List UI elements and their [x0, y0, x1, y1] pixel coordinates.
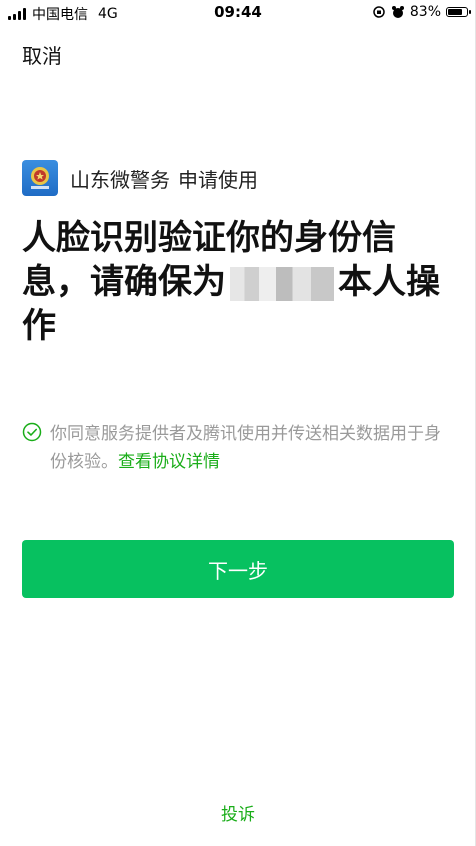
- view-agreement-link[interactable]: 查看协议详情: [118, 452, 220, 472]
- page-title: 人脸识别验证你的身份信息，请确保为 本人操作: [22, 216, 452, 348]
- status-right: 83%: [372, 4, 471, 20]
- battery-fill: [448, 9, 463, 15]
- agreement-row: 你同意服务提供者及腾讯使用并传送相关数据用于身份核验。查看协议详情: [22, 420, 452, 476]
- battery-icon: [446, 7, 471, 17]
- orientation-lock-icon: [373, 6, 385, 18]
- battery-percent: 83%: [409, 4, 441, 20]
- agreement-text: 你同意服务提供者及腾讯使用并传送相关数据用于身份核验。查看协议详情: [50, 420, 452, 476]
- complain-link[interactable]: 投诉: [0, 800, 476, 825]
- cancel-button[interactable]: 取消: [22, 40, 62, 69]
- check-circle-icon[interactable]: [22, 422, 42, 442]
- next-step-button[interactable]: 下一步: [22, 540, 454, 598]
- status-bar: 中国电信 4G 09:44 83%: [0, 0, 476, 26]
- police-badge-icon: [22, 160, 58, 196]
- blurred-name: [230, 266, 334, 301]
- app-request-label: 申请使用: [178, 167, 258, 192]
- agreement-statement: 你同意服务提供者及腾讯使用并传送相关数据用于身份核验。: [50, 424, 441, 472]
- app-name-text: 山东微警务 申请使用: [70, 164, 258, 193]
- app-name: 山东微警务: [70, 167, 170, 192]
- app-info-row: 山东微警务 申请使用: [22, 160, 258, 196]
- alarm-icon: [391, 6, 404, 18]
